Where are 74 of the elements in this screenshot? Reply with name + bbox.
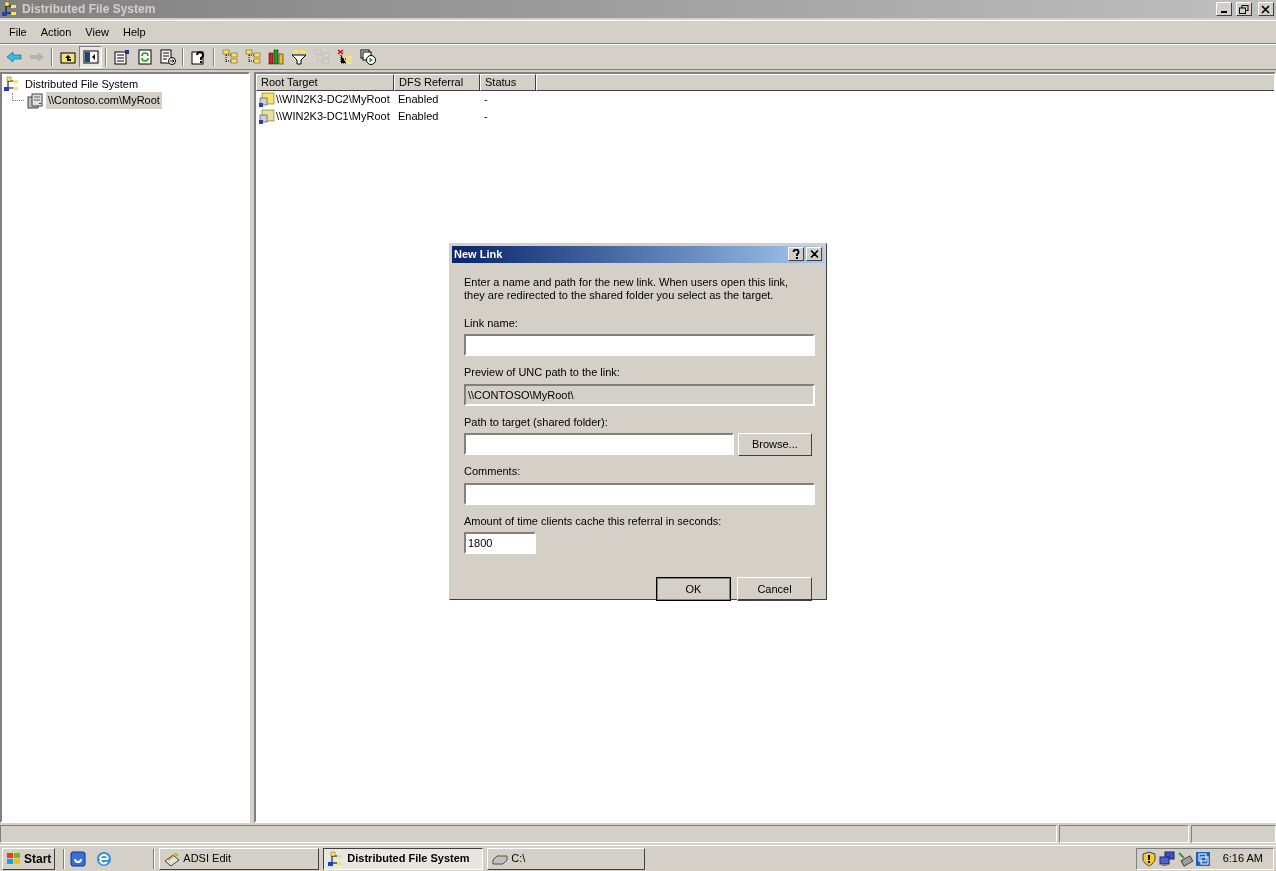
field-label: Path to target (shared folder): [464,414,609,430]
cancel-button[interactable]: Cancel [737,577,812,601]
plug-icon[interactable] [1176,850,1193,867]
column-header[interactable]: Status [480,74,536,91]
folder-tree-icon [221,49,238,65]
table-cell-text: \\WIN2K3-DC1\MyRoot [276,109,390,125]
field-label: Link name: [464,315,519,331]
folder-tree-icon [244,49,261,65]
column-header[interactable]: Root Target [256,74,394,91]
shared-folder-icon [259,108,275,125]
menu-item[interactable]: Action [33,23,79,41]
refresh-icon [136,49,153,65]
field-label: Comments: [464,464,522,479]
server-icon [27,92,43,109]
network-icon[interactable] [1158,850,1175,867]
dialog-title: New Link [454,247,504,262]
help-button[interactable] [788,247,804,262]
target-path-field[interactable] [464,433,734,455]
table-cell-text: Enabled [397,109,440,125]
menu-item[interactable]: File [2,23,34,41]
shield-icon[interactable] [1140,850,1157,867]
menu-item[interactable]: View [78,23,116,41]
help-icon [190,49,207,65]
ok-button[interactable]: OK [656,577,731,601]
taskbar-button[interactable]: Distributed File System [323,847,484,870]
table-cell-text: - [483,92,489,108]
menu-item[interactable]: Help [115,23,153,41]
forward-arrow-icon [28,49,45,65]
dfs-icon [2,1,18,17]
console-tree-icon [82,49,99,65]
column-header[interactable]: DFS Referral [394,74,480,91]
export-list-icon [159,49,176,65]
properties-icon [113,49,130,65]
cache-time-field[interactable]: 1800 [464,532,536,554]
close-icon [809,250,819,259]
play-icon [359,49,376,65]
table-cell-text: - [483,109,489,125]
shared-folder-icon [259,91,275,108]
tree-item[interactable]: Distributed File System [23,75,141,93]
table-cell-text: \\WIN2K3-DC2\MyRoot [276,92,390,108]
back-arrow-icon [5,49,22,65]
filter-icon [290,49,307,65]
taskbar-button[interactable]: C:\ [487,847,646,870]
browser-icon[interactable] [95,849,114,868]
field-label: Preview of UNC path to the link: [464,365,621,380]
close-icon [1261,4,1271,14]
table-cell-text: Enabled [397,92,440,108]
dfs-icon [328,850,345,867]
toolbar-button[interactable] [79,46,102,68]
folder-up-icon [59,49,76,65]
folder-tree-icon [313,49,330,65]
clock: 6:16 AM [1222,851,1263,867]
close-button[interactable] [1258,2,1274,16]
question-mark-icon [792,249,800,260]
bar-chart-icon [267,49,284,65]
field-label: Amount of time clients cache this referral in seconds: [464,513,723,529]
windows-logo-icon [6,851,22,866]
close-button[interactable] [806,247,822,262]
link-name-field[interactable] [464,334,815,356]
minimize-button[interactable] [1216,2,1232,16]
restore-button[interactable] [1236,2,1252,16]
minimize-icon [1221,11,1227,13]
dfs-icon [4,76,20,92]
window-title: Distributed File System [22,1,157,18]
unc-path-field[interactable]: \\CONTOSO\MyRoot\ [464,383,815,406]
pen-icon [164,850,181,867]
dialog-description: Enter a name and path for the new link. When users open this link, they are redirected to the shared folder you select as the target. [464,275,790,302]
remove-icon [336,49,353,65]
start-button[interactable]: Start [2,847,56,870]
browse-button[interactable]: Browse... [737,433,812,456]
restore-icon [1239,4,1249,14]
tree-item[interactable]: \\Contoso.com\MyRoot [46,92,162,109]
taskbar-button[interactable]: ADSI Edit [159,847,320,870]
comments-field[interactable] [464,482,815,505]
